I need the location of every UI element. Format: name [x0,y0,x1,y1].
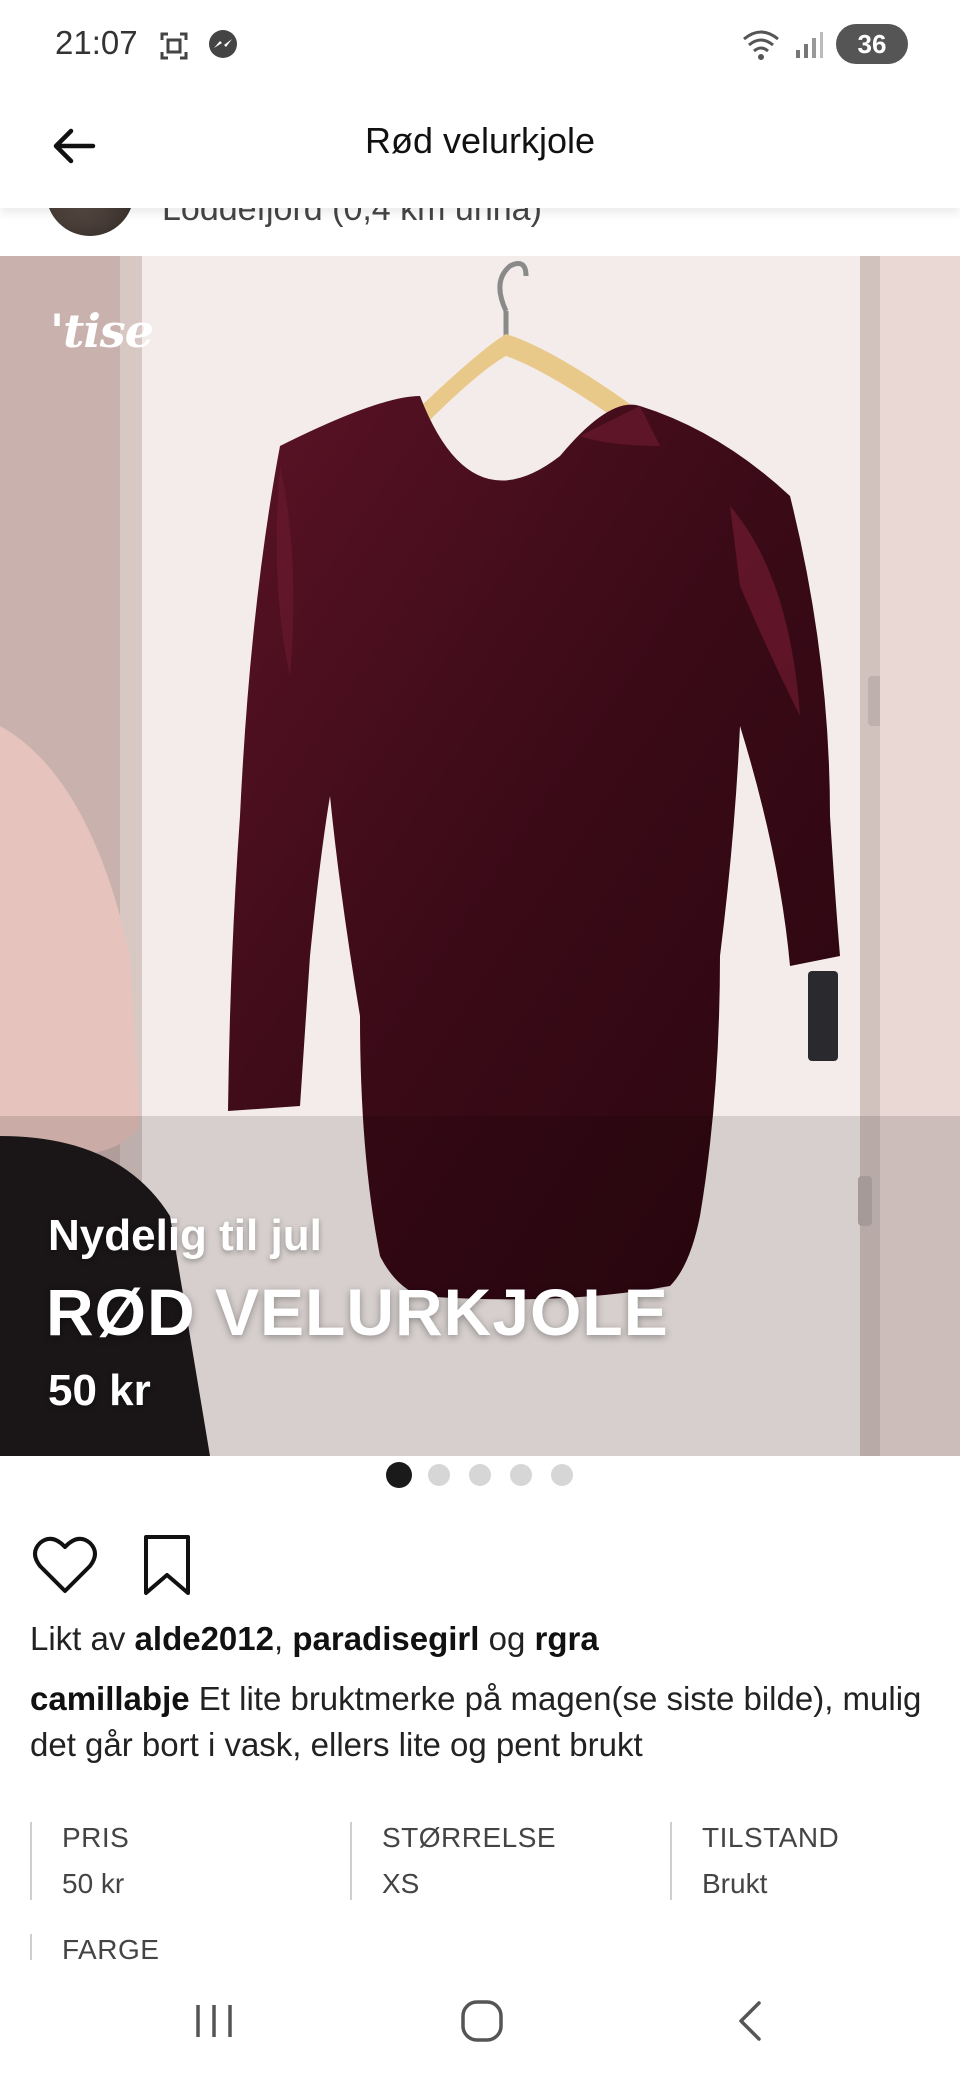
seller-row[interactable]: Loddefjord (0,4 km unna) [0,208,960,256]
attribute-price: PRIS 50 kr [30,1822,129,1900]
app-header: Rød velurkjole [0,90,960,208]
likes-conjunction: og [488,1620,526,1657]
status-bar: 21:07 36 [0,0,960,90]
image-price: 50 kr [48,1366,151,1415]
attribute-label: STØRRELSE [382,1822,557,1853]
pagination-dot[interactable] [386,1462,412,1488]
seller-location: Loddefjord (0,4 km unna) [162,208,542,228]
system-status-icons: 36 [740,24,908,64]
save-button[interactable] [132,1530,202,1600]
attribute-value: 50 kr [62,1868,125,1899]
item-description: camillabje Et lite bruktmerke på magen(s… [30,1676,930,1768]
recent-apps-button[interactable] [174,1986,254,2056]
liker-username[interactable]: rgra [534,1620,598,1657]
attribute-condition: TILSTAND Brukt [670,1822,839,1900]
recent-apps-icon [196,2005,232,2037]
pagination-dot[interactable] [469,1464,491,1486]
attribute-size: STØRRELSE XS [350,1822,556,1900]
product-image[interactable]: 'tise Nydelig til jul RØD VELURKJOLE 50 … [0,256,960,1456]
back-icon [739,2001,761,2041]
likes-separator: , [274,1620,284,1657]
battery-indicator: 36 [836,24,908,64]
attribute-value: XS [382,1868,420,1899]
likes-prefix: Likt av [30,1620,126,1657]
pagination-dot[interactable] [551,1464,573,1486]
attribute-value: Brukt [702,1868,768,1899]
pagination-dot[interactable] [428,1464,450,1486]
heart-icon [33,1536,97,1593]
signal-icon [796,32,823,58]
image-subtitle: Nydelig til jul [48,1211,322,1260]
wifi-icon [743,30,779,60]
seller-username[interactable]: camillabje [30,1680,190,1717]
liker-username[interactable]: paradisegirl [292,1620,479,1657]
notification-icons [156,28,240,64]
pagination-dot[interactable] [510,1464,532,1486]
system-nav-bar [0,1960,960,2080]
attribute-label: PRIS [62,1822,130,1853]
attribute-label: TILSTAND [702,1822,840,1853]
screenshot-icon [160,32,188,60]
status-time: 21:07 [55,24,138,61]
home-button[interactable] [442,1986,522,2056]
nav-back-button[interactable] [710,1986,790,2056]
like-button[interactable] [30,1530,100,1600]
bookmark-icon [144,1535,190,1595]
seller-avatar[interactable] [46,208,134,236]
image-title: RØD VELURKJOLE [46,1275,669,1349]
page-title: Rød velurkjole [364,120,596,161]
liker-username[interactable]: alde2012 [135,1620,274,1657]
home-icon [461,2000,503,2042]
likes-line: Likt av alde2012, paradisegirl og rgra [30,1620,599,1658]
messenger-icon [209,30,237,58]
tise-logo: 'tise [50,304,154,358]
